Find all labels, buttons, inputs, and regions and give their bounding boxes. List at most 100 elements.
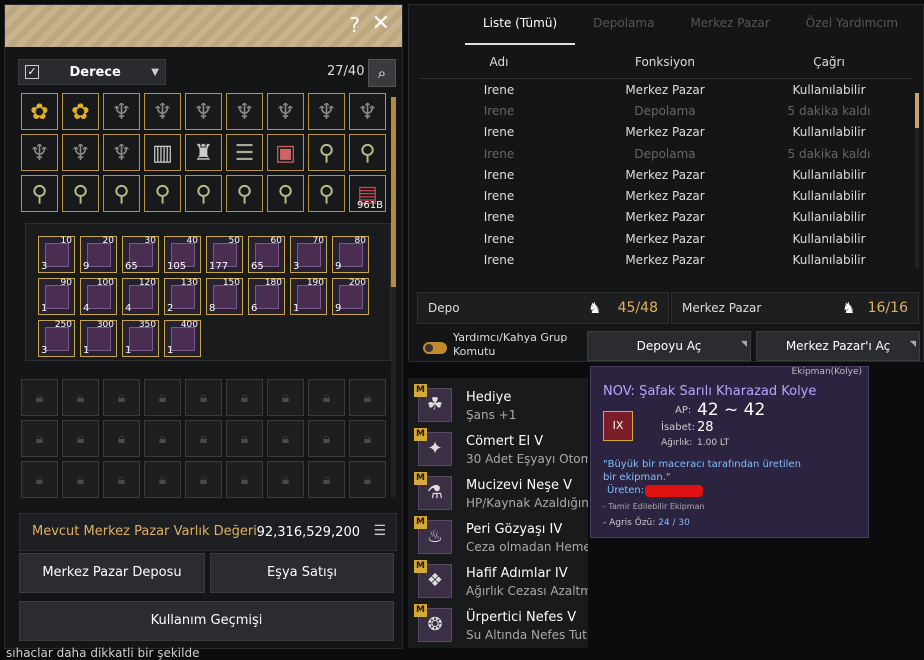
- accuracy-label: İsabet:: [661, 422, 696, 433]
- tab-private-maid[interactable]: Özel Yardımcım: [788, 5, 916, 45]
- ap-label: AP:: [675, 405, 692, 416]
- item-box-icon: [171, 285, 195, 309]
- inventory-slot[interactable]: ✿: [21, 93, 58, 130]
- sort-dropdown[interactable]: ✓ Derece ▼: [18, 59, 166, 85]
- table-row[interactable]: Irene Merkez Pazar Kullanılabilir: [419, 185, 913, 206]
- inventory-slot[interactable]: ♆: [103, 93, 140, 130]
- tab-central-market[interactable]: Merkez Pazar: [672, 5, 787, 45]
- inventory-slot[interactable]: ♆: [21, 134, 58, 171]
- inventory-slot[interactable]: ♆: [144, 93, 181, 130]
- inventory-slot[interactable]: ⚲: [267, 175, 304, 212]
- buff-item[interactable]: ❖ M Hafif Adımlar IV Ağırlık Cezası Azaltma: [408, 560, 588, 604]
- stack-slot[interactable]: 60 65: [248, 236, 285, 273]
- buff-item[interactable]: ❂ M Ürpertici Nefes V Su Altında Nefes Tutm: [408, 604, 588, 648]
- buff-description: 30 Adet Eşyayı Otom: [466, 452, 588, 466]
- inventory-slot[interactable]: ♆: [349, 93, 386, 130]
- inventory-scrollbar[interactable]: [391, 97, 396, 497]
- inventory-slot[interactable]: ⚲: [308, 175, 345, 212]
- inventory-slot[interactable]: ☰: [226, 134, 263, 171]
- candelabra-icon: ♆: [234, 100, 255, 125]
- buff-item[interactable]: ♨ M Peri Gözyaşı IV Ceza olmadan Hemen: [408, 516, 588, 560]
- inventory-capacity: 27/40: [327, 64, 365, 79]
- tab-storage[interactable]: Depolama: [575, 5, 672, 45]
- scrollbar-thumb[interactable]: [915, 93, 919, 128]
- table-row[interactable]: Irene Merkez Pazar Kullanılabilir: [419, 207, 913, 228]
- filter-checkbox[interactable]: ✓: [25, 65, 39, 79]
- table-row[interactable]: Irene Depolama 5 dakika kaldı: [419, 100, 913, 121]
- stack-slot[interactable]: 80 9: [332, 236, 369, 273]
- close-icon[interactable]: ✕: [372, 11, 390, 36]
- item-box-icon: [87, 327, 111, 351]
- inventory-slot[interactable]: ♆: [185, 93, 222, 130]
- stack-slot[interactable]: 120 4: [122, 278, 159, 315]
- stack-slot[interactable]: 180 6: [248, 278, 285, 315]
- search-button[interactable]: ⌕: [368, 59, 396, 87]
- stack-slot[interactable]: 10 3: [38, 236, 75, 273]
- item-sell-button[interactable]: Eşya Satışı: [210, 553, 394, 593]
- stack-tier: 250: [54, 320, 72, 330]
- group-command-toggle[interactable]: [423, 342, 447, 354]
- table-row[interactable]: Irene Merkez Pazar Kullanılabilir: [419, 122, 913, 143]
- stack-slot[interactable]: 190 1: [290, 278, 327, 315]
- inventory-slot[interactable]: ▣: [267, 134, 304, 171]
- inventory-slot[interactable]: ♆: [308, 93, 345, 130]
- inventory-slot[interactable]: ♆: [62, 134, 99, 171]
- stack-slot[interactable]: 20 9: [80, 236, 117, 273]
- market-depot-button[interactable]: Merkez Pazar Deposu: [19, 553, 205, 593]
- table-row[interactable]: Irene Merkez Pazar Kullanılabilir: [419, 164, 913, 185]
- table-row[interactable]: Irene Merkez Pazar Kullanılabilir: [419, 79, 913, 100]
- buff-item[interactable]: ✦ M Cömert El V 30 Adet Eşyayı Otom: [408, 428, 588, 472]
- inventory-slot[interactable]: ⚲: [349, 134, 386, 171]
- stack-slot[interactable]: 130 2: [164, 278, 201, 315]
- stack-slot[interactable]: 300 1: [80, 320, 117, 357]
- tab-list-all[interactable]: Liste (Tümü): [465, 5, 576, 45]
- asset-value: 92,316,529,200: [256, 525, 360, 540]
- inventory-slot[interactable]: ⚲: [185, 175, 222, 212]
- inventory-slot[interactable]: ♆: [103, 134, 140, 171]
- scrollbar-thumb[interactable]: [391, 97, 396, 287]
- durability: - Agris Özü: 24 / 30: [603, 518, 690, 528]
- stack-slot[interactable]: 50 177: [206, 236, 243, 273]
- stack-slot[interactable]: 100 4: [80, 278, 117, 315]
- durability-label: - Agris Özü:: [603, 518, 656, 528]
- maid-call-status: Kullanılabilir: [792, 167, 866, 182]
- item-box-icon: [87, 285, 111, 309]
- lamp-post-icon: ⚲: [236, 182, 253, 207]
- open-market-button[interactable]: Merkez Pazar'ı Aç ◥: [756, 331, 920, 361]
- inventory-slot[interactable]: ♆: [226, 93, 263, 130]
- inventory-slot[interactable]: ▥: [144, 134, 181, 171]
- buff-badge: M: [414, 516, 427, 529]
- inventory-slot[interactable]: ⚲: [62, 175, 99, 212]
- inventory-slot[interactable]: ♆: [267, 93, 304, 130]
- open-depot-button[interactable]: Depoyu Aç ◥: [587, 331, 751, 361]
- stack-slot[interactable]: 350 1: [122, 320, 159, 357]
- table-row[interactable]: Irene Merkez Pazar Kullanılabilir: [419, 249, 913, 270]
- table-row[interactable]: Irene Merkez Pazar Kullanılabilir: [419, 228, 913, 249]
- help-icon[interactable]: ?: [349, 13, 360, 37]
- stack-slot[interactable]: 400 1: [164, 320, 201, 357]
- usage-history-button[interactable]: Kullanım Geçmişi: [19, 601, 394, 641]
- inventory-slot[interactable]: ⚲: [21, 175, 58, 212]
- lamp-post-icon: ⚲: [195, 182, 212, 207]
- coin-stack-icon: ☰: [373, 523, 386, 539]
- inventory-slot[interactable]: ▤ 961B: [349, 175, 386, 212]
- stack-slot[interactable]: 200 9: [332, 278, 369, 315]
- inventory-slot[interactable]: ⚲: [308, 134, 345, 171]
- buff-item[interactable]: ☘ M Hediye Şans +1: [408, 384, 588, 428]
- table-row[interactable]: Irene Depolama 5 dakika kaldı: [419, 143, 913, 164]
- inventory-slot[interactable]: ⚲: [226, 175, 263, 212]
- inventory-slot[interactable]: ♜: [185, 134, 222, 171]
- inventory-slot[interactable]: ⚲: [144, 175, 181, 212]
- maid-list: Irene Merkez Pazar Kullanılabilir Irene Depo…: [419, 79, 913, 271]
- inventory-slot[interactable]: ✿: [62, 93, 99, 130]
- stack-slot[interactable]: 90 1: [38, 278, 75, 315]
- stack-slot[interactable]: 150 8: [206, 278, 243, 315]
- stack-slot[interactable]: 250 3: [38, 320, 75, 357]
- stack-slot[interactable]: 70 3: [290, 236, 327, 273]
- buff-item[interactable]: ⚗ M Mucizevi Neşe V HP/Kaynak Azaldığın: [408, 472, 588, 516]
- stack-slot[interactable]: 40 105: [164, 236, 201, 273]
- stack-slot[interactable]: 30 65: [122, 236, 159, 273]
- list-scrollbar[interactable]: [915, 93, 919, 268]
- lock-icon: 🔒︎: [322, 390, 331, 406]
- inventory-slot[interactable]: ⚲: [103, 175, 140, 212]
